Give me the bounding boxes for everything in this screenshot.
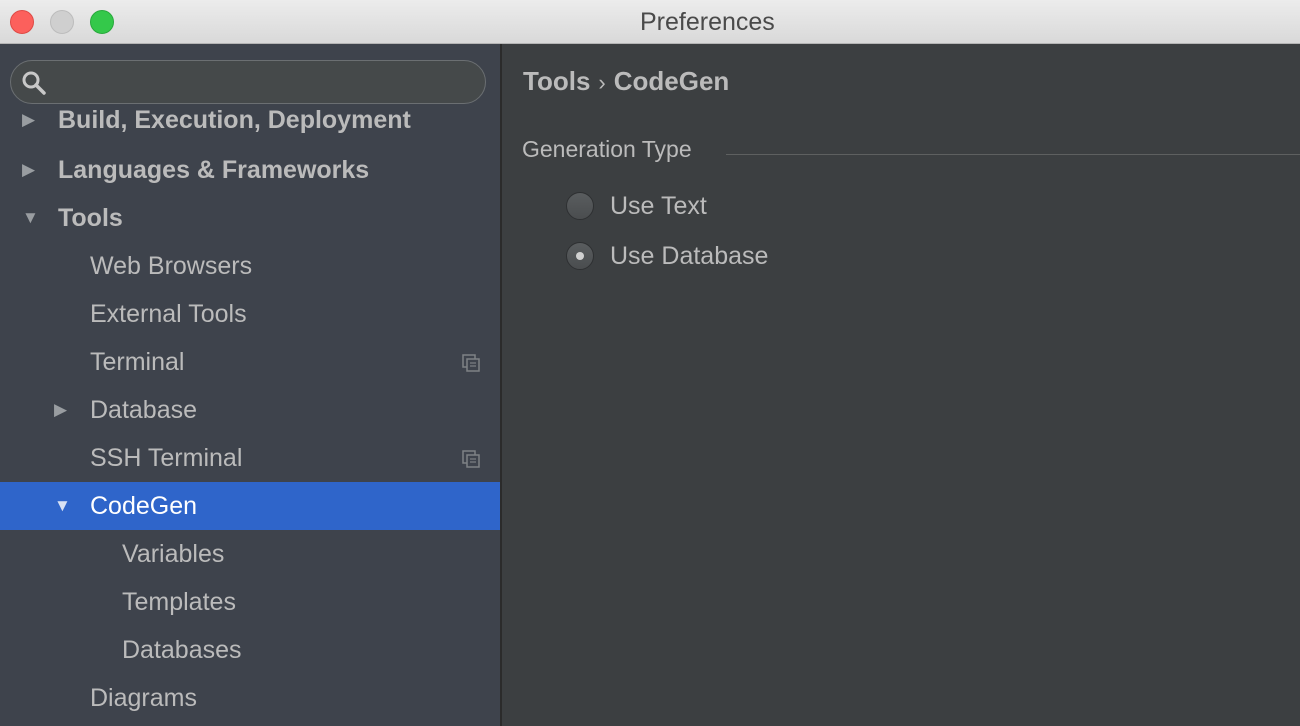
tree-item-databases[interactable]: Databases <box>0 626 500 674</box>
project-settings-icon <box>462 450 480 468</box>
settings-sidebar: ▶ Build, Execution, Deployment ▶ Languag… <box>0 44 500 726</box>
breadcrumb-separator-icon: › <box>598 70 606 95</box>
project-settings-icon <box>462 354 480 372</box>
tree-item-ssh-terminal[interactable]: SSH Terminal <box>0 434 500 482</box>
search-icon <box>22 71 46 95</box>
tree-item-build-execution-deployment[interactable]: ▶ Build, Execution, Deployment <box>0 96 500 144</box>
tree-item-languages-frameworks[interactable]: ▶ Languages & Frameworks <box>0 146 500 194</box>
expand-arrow-icon[interactable]: ▶ <box>22 96 35 144</box>
group-separator <box>726 154 1300 155</box>
tree-item-codegen[interactable]: ▼ CodeGen <box>0 482 500 530</box>
window-title: Preferences <box>640 8 775 36</box>
breadcrumb-current: CodeGen <box>613 66 730 96</box>
use-text-label: Use Text <box>610 192 707 220</box>
title-bar: Preferences <box>0 0 1300 44</box>
expand-arrow-icon[interactable]: ▶ <box>22 146 35 194</box>
tree-item-variables[interactable]: Variables <box>0 530 500 578</box>
tree-item-terminal[interactable]: Terminal <box>0 338 500 386</box>
collapse-arrow-icon[interactable]: ▼ <box>54 482 71 530</box>
collapse-arrow-icon[interactable]: ▼ <box>22 194 39 242</box>
tree-item-external-tools[interactable]: External Tools <box>0 290 500 338</box>
generation-type-title: Generation Type <box>522 136 692 162</box>
tree-item-web-browsers[interactable]: Web Browsers <box>0 242 500 290</box>
tree-item-templates[interactable]: Templates <box>0 578 500 626</box>
radio-selected-dot <box>576 252 584 260</box>
search-input[interactable] <box>55 67 479 99</box>
breadcrumb-parent: Tools <box>523 66 591 96</box>
breadcrumb: Tools › CodeGen <box>523 66 729 97</box>
use-database-radio[interactable] <box>566 242 594 270</box>
use-text-radio[interactable] <box>566 192 594 220</box>
tree-item-database[interactable]: ▶ Database <box>0 386 500 434</box>
expand-arrow-icon[interactable]: ▶ <box>54 386 67 434</box>
tree-item-tools[interactable]: ▼ Tools <box>0 194 500 242</box>
tree-item-diagrams[interactable]: Diagrams <box>0 674 500 722</box>
settings-content: Tools › CodeGen Generation Type Use Text U… <box>502 44 1300 726</box>
use-database-label: Use Database <box>610 242 769 270</box>
